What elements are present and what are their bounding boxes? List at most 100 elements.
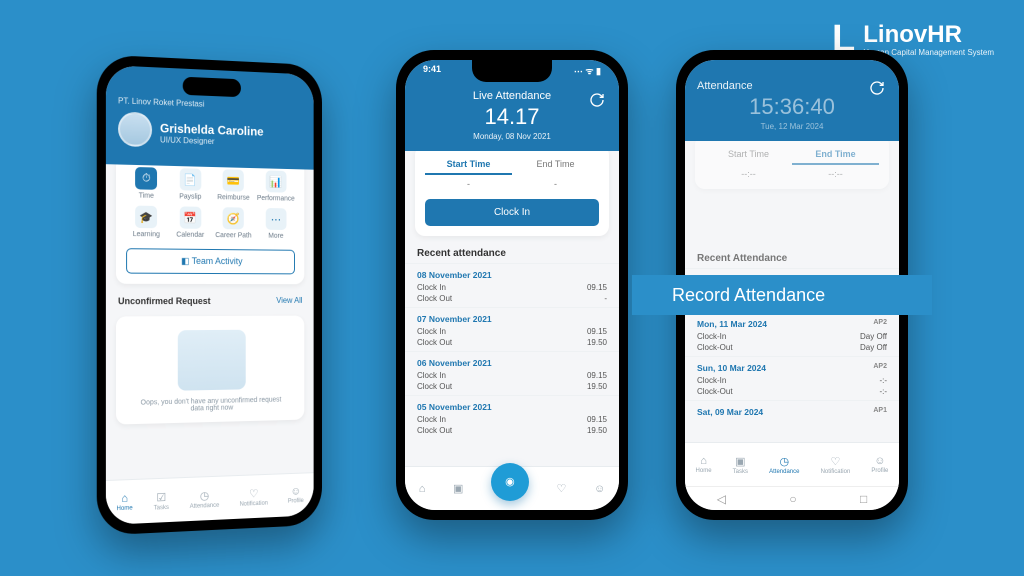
att-value: 09.15 <box>587 371 607 380</box>
attendance-date: Sat, 09 Mar 2024AP1 <box>697 407 887 417</box>
attendance-item[interactable]: 05 November 2021Clock In09.15Clock Out19… <box>405 395 619 439</box>
att-label: Clock-Out <box>697 343 733 352</box>
time-card: Start Time End Time - - Clock In <box>415 151 609 236</box>
menu-card: ⏱ Time 📄Payslip💳Reimburse📊Performance 🎓 Lear… <box>116 164 304 284</box>
att-label: Clock Out <box>417 294 452 303</box>
attendance-item[interactable]: Sun, 10 Mar 2024AP2Clock-In-:-Clock-Out-… <box>685 356 899 400</box>
android-nav: ◁ ○ □ <box>685 486 899 510</box>
android-home[interactable]: ○ <box>789 492 796 506</box>
nav-home[interactable]: ⌂Home <box>696 455 712 474</box>
nav-notification[interactable]: ♡Notification <box>240 486 268 507</box>
nav-home[interactable]: ⌂ <box>419 483 426 495</box>
screen-title: Attendance <box>697 80 887 92</box>
menu-label: Time <box>126 192 166 200</box>
menu-item-performance[interactable]: 📊Performance <box>257 170 295 202</box>
att-label: Clock-In <box>697 376 726 385</box>
nav-notification[interactable]: ♡ <box>557 482 567 495</box>
tab-end-time[interactable]: End Time <box>792 145 879 165</box>
live-date: Tue, 12 Mar 2024 <box>697 122 887 131</box>
nav-notification[interactable]: ♡Notification <box>821 455 851 475</box>
unconfirmed-title: Unconfirmed Request <box>118 296 211 306</box>
menu-icon: ⋯ <box>265 208 286 230</box>
attendance-item[interactable]: 06 November 2021Clock In09.15Clock Out19… <box>405 351 619 395</box>
android-back[interactable]: ◁ <box>717 492 726 506</box>
att-value: 09.15 <box>587 327 607 336</box>
nav-profile[interactable]: ☺Profile <box>288 485 304 504</box>
menu-label: Calendar <box>170 231 210 239</box>
end-time-value: - <box>512 179 599 189</box>
company-name: PT. Linov Roket Prestasi <box>118 96 302 112</box>
bottom-nav: ⌂ ▣ ◉ ♡ ☺ <box>405 466 619 510</box>
menu-item-time[interactable]: ⏱ Time <box>126 167 166 200</box>
brand-name: LinovHR <box>863 23 994 47</box>
menu-icon: 🧭 <box>223 207 244 229</box>
bottom-nav: ⌂Home ▣Tasks ◷Attendance ♡Notification ☺… <box>685 442 899 486</box>
att-label: Clock Out <box>417 382 452 391</box>
attendance-date: 07 November 2021 <box>417 314 607 324</box>
attendance-date: Mon, 11 Mar 2024AP2 <box>697 319 887 329</box>
attendance-item[interactable]: Sat, 09 Mar 2024AP1 <box>685 400 899 424</box>
nav-profile[interactable]: ☺Profile <box>871 455 888 474</box>
attendance-item[interactable]: Mon, 11 Mar 2024AP2 Clock-In Day Off Clock-… <box>685 312 899 356</box>
screen-title: Live Attendance <box>473 90 551 102</box>
empty-illustration <box>178 330 246 391</box>
live-clock: 14.17 <box>417 104 607 130</box>
att-label: Clock Out <box>417 338 452 347</box>
att-value: Day Off <box>860 343 887 352</box>
recent-title: Recent attendance <box>417 248 607 259</box>
nav-tasks[interactable]: ☑Tasks <box>154 490 169 511</box>
att-label: Clock In <box>417 371 446 380</box>
clock-in-button[interactable]: Clock In <box>425 199 599 226</box>
menu-item-career-path[interactable]: 🧭Career Path <box>214 207 253 239</box>
tab-end-time[interactable]: End Time <box>512 155 599 175</box>
attendance-badge: AP1 <box>873 407 887 414</box>
live-clock: 15:36:40 <box>697 94 887 120</box>
menu-item-more[interactable]: ⋯More <box>257 208 295 240</box>
att-value: Day Off <box>860 332 887 341</box>
att-label: Clock In <box>417 415 446 424</box>
refresh-icon[interactable] <box>589 92 605 108</box>
phone-live-attendance: 9:41⋯ ᯤ ▮ Live Attendance 14.17 Monday, … <box>396 50 628 520</box>
menu-item-reimburse[interactable]: 💳Reimburse <box>214 169 253 202</box>
attendance-date: 06 November 2021 <box>417 358 607 368</box>
att-label: Clock In <box>417 327 446 336</box>
menu-icon: 📊 <box>265 170 286 192</box>
time-card: Start Time End Time --:-- --:-- <box>695 141 889 189</box>
nav-profile[interactable]: ☺ <box>594 483 605 495</box>
view-all-link[interactable]: View All <box>276 296 302 306</box>
nav-tasks[interactable]: ▣ <box>453 482 463 495</box>
att-label: Clock-In <box>697 332 726 341</box>
avatar[interactable] <box>118 111 152 147</box>
menu-item-learning[interactable]: 🎓 Learning <box>126 205 166 238</box>
attendance-item[interactable]: 08 November 2021Clock In09.15Clock Out- <box>405 263 619 307</box>
nav-attendance[interactable]: ◷Attendance <box>769 455 799 475</box>
android-recent[interactable]: □ <box>860 492 867 506</box>
attendance-item[interactable]: 07 November 2021Clock In09.15Clock Out19… <box>405 307 619 351</box>
menu-icon: 📄 <box>180 168 202 191</box>
nav-tasks[interactable]: ▣Tasks <box>733 455 748 475</box>
att-label: Clock In <box>417 283 446 292</box>
menu-icon: ⏱ <box>135 167 157 190</box>
fab-attendance[interactable]: ◉ <box>491 463 529 501</box>
att-value: 09.15 <box>587 415 607 424</box>
menu-item-payslip[interactable]: 📄Payslip <box>170 168 210 201</box>
phone-home: PT. Linov Roket Prestasi Grishelda Carol… <box>97 54 322 535</box>
tab-start-time[interactable]: Start Time <box>705 145 792 165</box>
tab-start-time[interactable]: Start Time <box>425 155 512 175</box>
menu-item-calendar[interactable]: 📅Calendar <box>170 206 210 239</box>
start-time-value: --:-- <box>705 169 792 179</box>
nav-attendance[interactable]: ◷Attendance <box>190 488 220 509</box>
attendance-date: Sun, 10 Mar 2024AP2 <box>697 363 887 373</box>
empty-text: Oops, you don't have any unconfirmed req… <box>136 396 285 413</box>
bottom-nav: ⌂Home ☑Tasks ◷Attendance ♡Notification ☺… <box>106 472 314 525</box>
notch <box>472 60 552 82</box>
att-value: -:- <box>879 376 887 385</box>
empty-state: Oops, you don't have any unconfirmed req… <box>116 316 304 425</box>
nav-home[interactable]: ⌂Home <box>117 492 133 512</box>
team-activity-button[interactable]: ◧ Team Activity <box>126 248 295 274</box>
att-value: - <box>604 294 607 303</box>
menu-label: Reimburse <box>214 194 253 202</box>
attendance-date: 05 November 2021 <box>417 402 607 412</box>
menu-icon: 🎓 <box>135 206 157 229</box>
menu-label: Learning <box>126 231 166 239</box>
